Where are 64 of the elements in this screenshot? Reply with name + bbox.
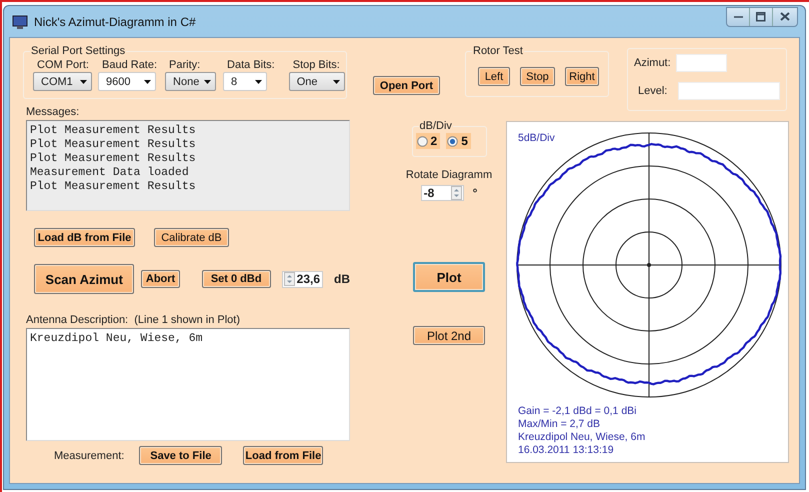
combo-box[interactable]: 8: [223, 72, 268, 91]
combo-box[interactable]: COM1: [33, 72, 92, 91]
text-field[interactable]: [678, 82, 780, 100]
combo-box[interactable]: 9600: [98, 72, 156, 91]
window-title: Nick's Azimut-Diagramm in C#: [34, 14, 197, 28]
field-label: Parity:: [168, 58, 202, 72]
measurement-button[interactable]: Load from File: [243, 446, 324, 465]
combo-box[interactable]: None: [165, 72, 216, 91]
message-line: Plot Measurement Results: [30, 152, 197, 166]
field-label: Azimut:: [634, 57, 672, 69]
group-title: Serial Port Settings: [30, 45, 126, 57]
plot-info-line: Max/Min = 2,7 dB: [518, 418, 601, 431]
messages-box[interactable]: Plot Measurement Results Plot Measurement Results Plot Measurement Results Measurement Data loaded Plot Measurement Results: [26, 120, 350, 211]
measurement-label: Measurement:: [54, 450, 124, 462]
dropdown-arrow-icon: [332, 80, 340, 84]
field-label: Data Bits:: [226, 58, 275, 72]
rotor-button[interactable]: Stop: [520, 67, 555, 86]
rotate-field[interactable]: -8: [420, 185, 464, 201]
maximize-icon: [756, 12, 766, 22]
close-icon: [780, 12, 790, 21]
field-label: Stop Bits:: [292, 58, 341, 72]
spin-arrows-icon[interactable]: [450, 186, 462, 200]
dropdown-arrow-icon: [255, 80, 262, 84]
spin-arrows-icon[interactable]: [284, 272, 295, 286]
group-title: Rotor Test: [472, 45, 524, 57]
measurement-button[interactable]: Save to File: [139, 446, 222, 465]
plot-info-line: Kreuzdipol Neu, Wiese, 6m: [518, 431, 646, 444]
combo-box[interactable]: One: [288, 72, 345, 91]
unit-label: dB: [334, 272, 350, 286]
file-button[interactable]: Calibrate dB: [154, 228, 229, 247]
file-button[interactable]: Load dB from File: [34, 228, 135, 247]
message-line: Plot Measurement Results: [30, 124, 197, 138]
field-label: COM Port:: [36, 58, 90, 72]
text-field[interactable]: [676, 54, 727, 72]
plot-info-line: Gain = -2,1 dBd = 0,1 dBi: [518, 405, 638, 418]
plot-button[interactable]: Plot: [413, 262, 485, 292]
radio-option[interactable]: 5: [446, 133, 471, 149]
rotate-label: Rotate Diagramm: [406, 169, 492, 181]
field-label: Baud Rate:: [101, 58, 158, 72]
plot-info-line: 16.03.2011 13:13:19: [518, 444, 615, 457]
field-label: Level:: [637, 85, 668, 97]
degree-label: °: [472, 186, 478, 200]
group-title: dB/Div: [418, 120, 453, 132]
dropdown-arrow-icon: [204, 80, 212, 84]
dropdown-arrow-icon: [144, 80, 151, 84]
message-line: Plot Measurement Results: [30, 138, 197, 152]
abort-button[interactable]: Abort: [141, 270, 180, 288]
message-line: Measurement Data loaded: [30, 166, 190, 180]
offset-field[interactable]: 23,6: [282, 270, 323, 288]
rotor-button[interactable]: Right: [565, 67, 599, 86]
antenna-description-label: Antenna Description: (Line 1 shown in Plot): [26, 314, 242, 327]
monitor-icon: [12, 14, 28, 28]
set-zero-button[interactable]: Set 0 dBd: [202, 270, 271, 288]
messages-label: Messages:: [26, 106, 80, 119]
scan-azimut-button[interactable]: Scan Azimut: [34, 264, 134, 294]
minimize-icon: [734, 16, 742, 18]
rotor-button[interactable]: Left: [478, 67, 510, 86]
message-line: Plot Measurement Results: [30, 180, 197, 194]
plot-second-button[interactable]: Plot 2nd: [413, 326, 485, 345]
open-port-button[interactable]: Open Port: [373, 76, 440, 95]
antenna-description-field[interactable]: Kreuzdipol Neu, Wiese, 6m: [26, 328, 350, 441]
radio-option[interactable]: 2: [416, 133, 440, 149]
scale-label: 5dB/Div: [518, 132, 555, 144]
dropdown-arrow-icon: [80, 80, 87, 84]
